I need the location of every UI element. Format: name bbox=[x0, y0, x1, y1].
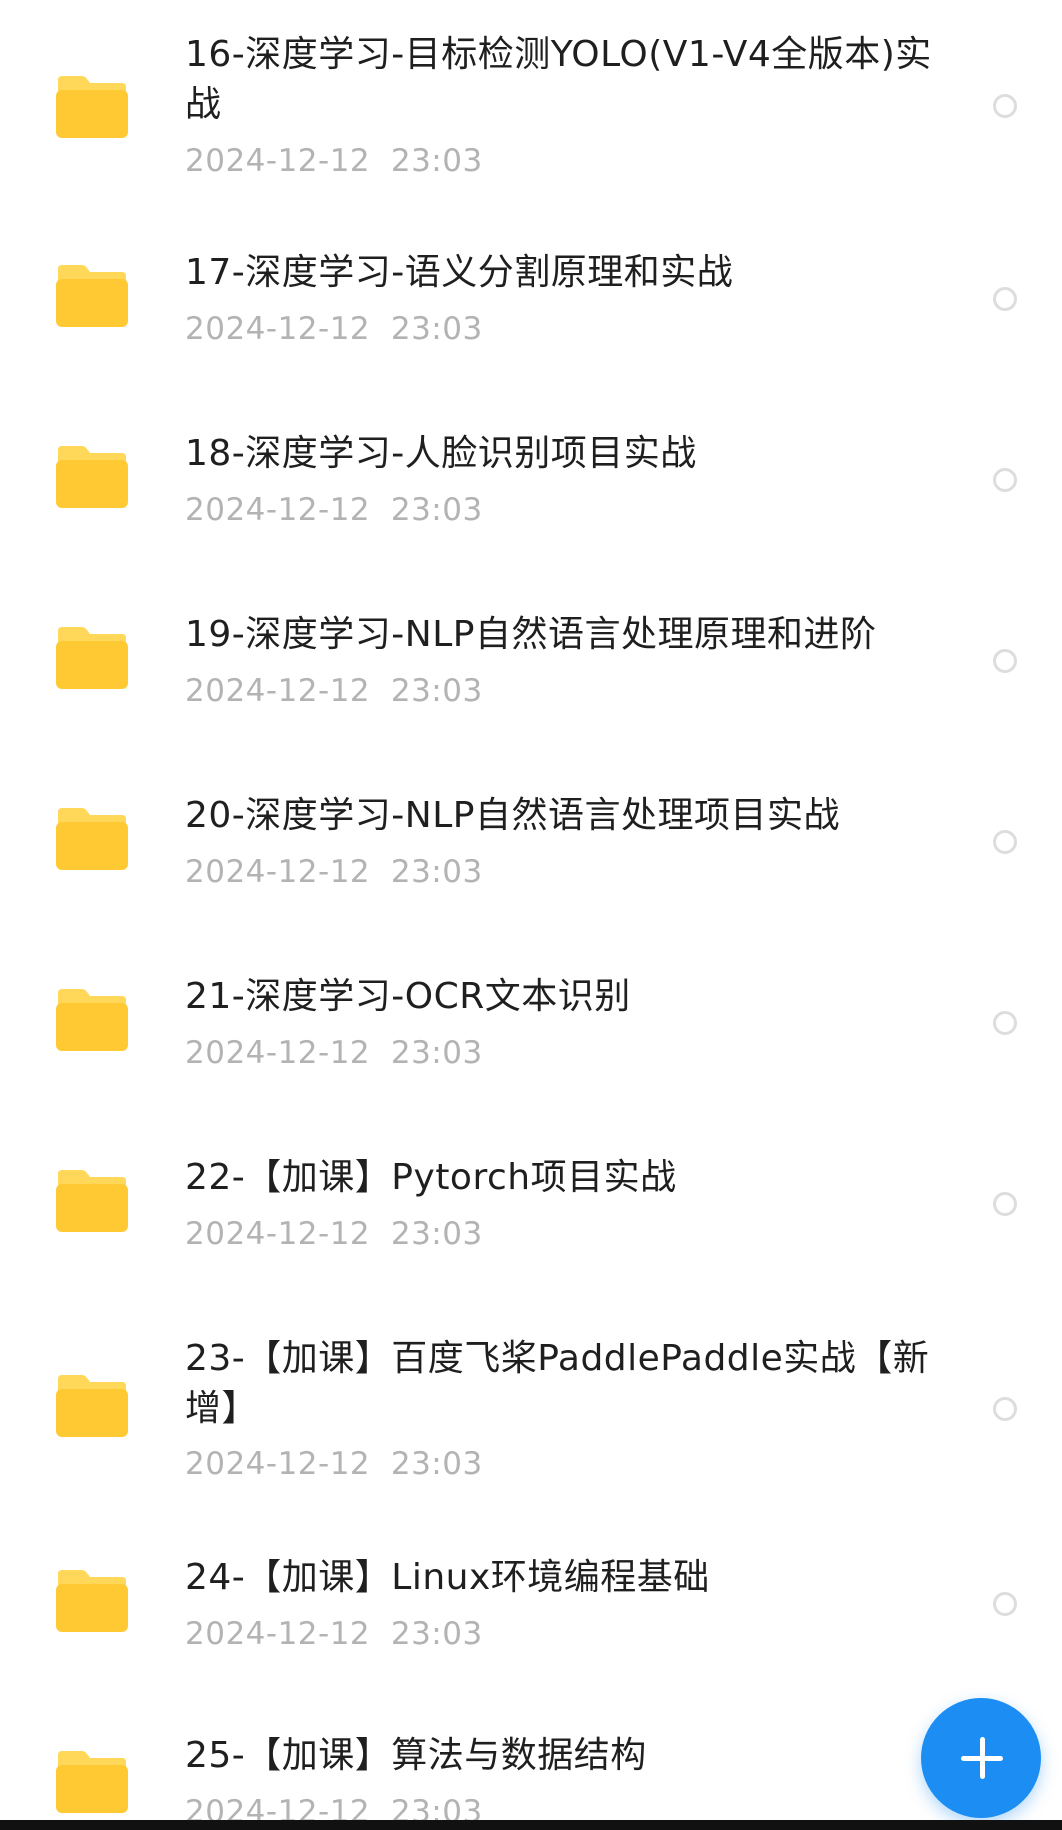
folder-icon bbox=[54, 987, 130, 1053]
file-name: 16-深度学习-目标检测YOLO(V1-V4全版本)实战 bbox=[185, 34, 932, 125]
folder-icon bbox=[54, 1749, 130, 1815]
list-item[interactable]: 16-深度学习-目标检测YOLO(V1-V4全版本)实战 2024-12-12 … bbox=[0, 0, 1062, 200]
folder-icon bbox=[54, 806, 130, 872]
folder-icon bbox=[54, 1568, 130, 1634]
list-item[interactable]: 25-【加课】算法与数据结构 2024-12-12 23:03 bbox=[0, 1731, 1062, 1820]
select-radio[interactable] bbox=[993, 1592, 1017, 1616]
file-name: 19-深度学习-NLP自然语言处理原理和进阶 bbox=[185, 614, 877, 655]
folder-icon bbox=[54, 263, 130, 329]
file-date: 2024-12-12 23:03 bbox=[185, 673, 483, 709]
file-date: 2024-12-12 23:03 bbox=[185, 1446, 483, 1482]
select-radio[interactable] bbox=[993, 1397, 1017, 1421]
file-name: 25-【加课】算法与数据结构 bbox=[185, 1735, 647, 1776]
select-radio[interactable] bbox=[993, 94, 1017, 118]
file-name: 21-深度学习-OCR文本识别 bbox=[185, 976, 631, 1017]
select-radio[interactable] bbox=[993, 468, 1017, 492]
file-name: 17-深度学习-语义分割原理和实战 bbox=[185, 252, 734, 293]
bottom-edge-bar bbox=[0, 1820, 1062, 1830]
file-name: 20-深度学习-NLP自然语言处理项目实战 bbox=[185, 795, 840, 836]
list-item[interactable]: 22-【加课】Pytorch项目实战 2024-12-12 23:03 bbox=[0, 1135, 1062, 1295]
file-date: 2024-12-12 23:03 bbox=[185, 143, 483, 179]
folder-icon bbox=[54, 444, 130, 510]
list-item[interactable]: 20-深度学习-NLP自然语言处理项目实战 2024-12-12 23:03 bbox=[0, 773, 1062, 933]
select-radio[interactable] bbox=[993, 649, 1017, 673]
file-name: 22-【加课】Pytorch项目实战 bbox=[185, 1157, 677, 1198]
list-item[interactable]: 19-深度学习-NLP自然语言处理原理和进阶 2024-12-12 23:03 bbox=[0, 592, 1062, 752]
plus-icon bbox=[980, 1737, 985, 1779]
add-button[interactable] bbox=[921, 1698, 1041, 1818]
file-name: 18-深度学习-人脸识别项目实战 bbox=[185, 433, 697, 474]
select-radio[interactable] bbox=[993, 830, 1017, 854]
list-item[interactable]: 21-深度学习-OCR文本识别 2024-12-12 23:03 bbox=[0, 954, 1062, 1114]
file-date: 2024-12-12 23:03 bbox=[185, 492, 483, 528]
folder-icon bbox=[54, 74, 130, 140]
select-radio[interactable] bbox=[993, 1192, 1017, 1216]
folder-icon bbox=[54, 625, 130, 691]
select-radio[interactable] bbox=[993, 287, 1017, 311]
list-item[interactable]: 24-【加课】Linux环境编程基础 2024-12-12 23:03 bbox=[0, 1553, 1062, 1703]
folder-icon bbox=[54, 1373, 130, 1439]
file-date: 2024-12-12 23:03 bbox=[185, 1794, 483, 1820]
select-radio[interactable] bbox=[993, 1011, 1017, 1035]
list-item[interactable]: 18-深度学习-人脸识别项目实战 2024-12-12 23:03 bbox=[0, 411, 1062, 571]
file-name: 24-【加课】Linux环境编程基础 bbox=[185, 1557, 710, 1598]
file-date: 2024-12-12 23:03 bbox=[185, 311, 483, 347]
folder-icon bbox=[54, 1168, 130, 1234]
file-name: 23-【加课】百度飞桨PaddlePaddle实战【新增】 bbox=[185, 1338, 930, 1429]
file-date: 2024-12-12 23:03 bbox=[185, 1035, 483, 1071]
list-item[interactable]: 17-深度学习-语义分割原理和实战 2024-12-12 23:03 bbox=[0, 230, 1062, 390]
list-item[interactable]: 23-【加课】百度飞桨PaddlePaddle实战【新增】 2024-12-12… bbox=[0, 1316, 1062, 1536]
file-date: 2024-12-12 23:03 bbox=[185, 854, 483, 890]
file-date: 2024-12-12 23:03 bbox=[185, 1216, 483, 1252]
file-date: 2024-12-12 23:03 bbox=[185, 1616, 483, 1652]
